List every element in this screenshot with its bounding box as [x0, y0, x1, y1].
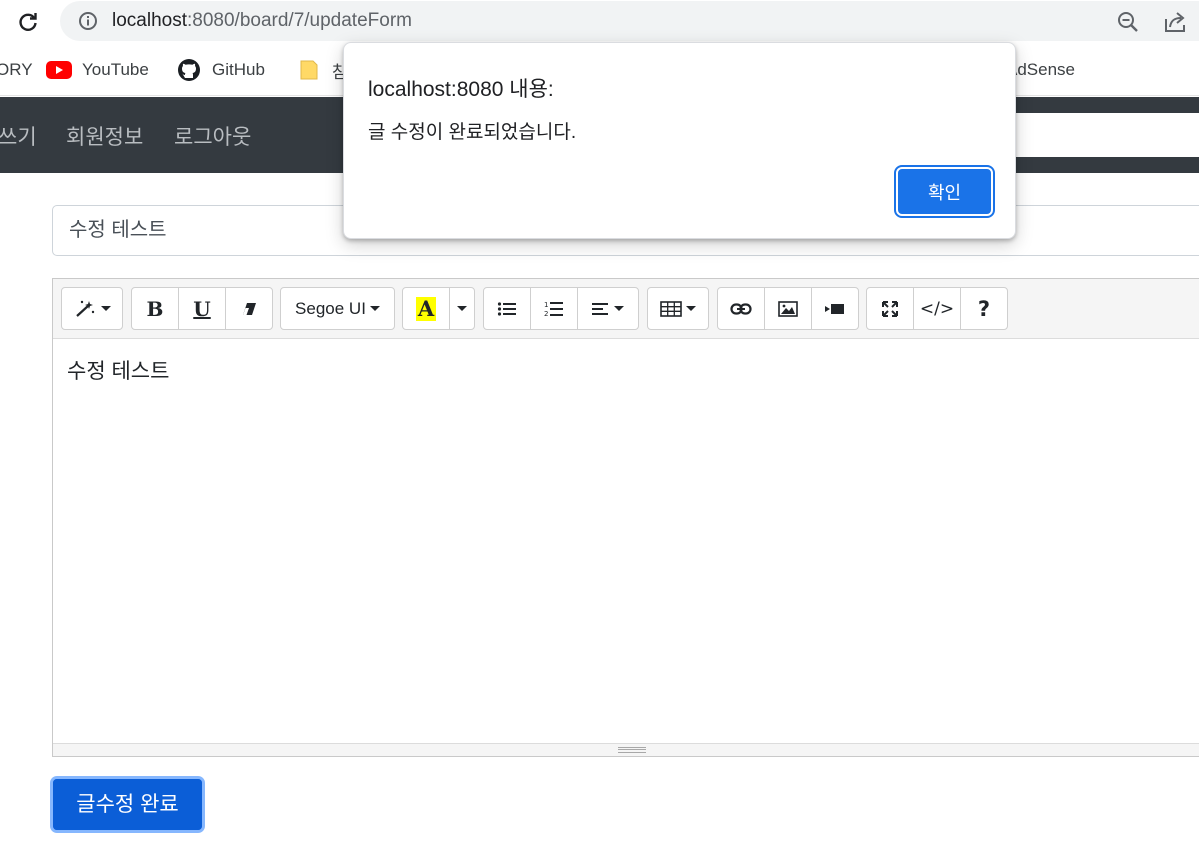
browser-address-row: localhost:8080/board/7/updateForm — [0, 0, 1199, 44]
bookmark-youtube[interactable]: YouTube — [46, 58, 149, 82]
insert-group — [717, 287, 859, 330]
align-icon[interactable] — [577, 287, 639, 330]
dropdown-caret-icon — [457, 306, 467, 311]
editor-resize-bar[interactable] — [53, 743, 1199, 756]
editor-toolbar: B U Segoe UI A 12 </> ? — [53, 279, 1199, 339]
site-info-icon[interactable] — [78, 11, 98, 31]
dropdown-caret-icon — [369, 306, 380, 311]
alert-dialog: localhost:8080 내용: 글 수정이 완료되었습니다. 확인 — [343, 42, 1016, 239]
dropdown-caret-icon — [686, 306, 696, 311]
picture-icon[interactable] — [764, 287, 812, 330]
github-icon — [176, 59, 202, 81]
submit-edit-label: 글수정 완료 — [53, 779, 202, 830]
zoom-icon[interactable] — [1116, 10, 1140, 34]
summernote-editor: B U Segoe UI A 12 </> ? 수정 테스트 — [52, 278, 1199, 757]
bookmark-item[interactable]: ORY — [0, 58, 33, 82]
font-name-group: Segoe UI — [280, 287, 395, 330]
table-group — [647, 287, 709, 330]
nav-logout-link[interactable]: 로그아웃 — [174, 121, 251, 151]
nav-search-input[interactable] — [1010, 113, 1199, 157]
video-icon[interactable] — [811, 287, 859, 330]
url-host: localhost — [112, 10, 187, 31]
editor-content[interactable]: 수정 테스트 — [67, 355, 169, 385]
bookmark-label: GitHub — [212, 60, 265, 79]
dialog-ok-button[interactable]: 확인 — [894, 165, 995, 218]
folder-icon — [296, 60, 322, 80]
bookmark-github[interactable]: GitHub — [176, 58, 265, 82]
share-icon[interactable] — [1162, 9, 1188, 35]
address-bar[interactable]: localhost:8080/board/7/updateForm — [60, 1, 1199, 41]
para-group: 12 — [483, 287, 639, 330]
submit-edit-button[interactable]: 글수정 완료 — [50, 776, 205, 833]
resize-grip-icon[interactable] — [618, 747, 646, 753]
fullscreen-icon[interactable] — [866, 287, 914, 330]
url-text[interactable]: localhost:8080/board/7/updateForm — [112, 10, 412, 32]
bookmark-label: ORY — [0, 60, 33, 79]
dialog-message: 글 수정이 완료되었습니다. — [368, 122, 577, 143]
font-name-dropdown[interactable]: Segoe UI — [280, 287, 395, 330]
underline-button[interactable]: U — [178, 287, 226, 330]
bookmark-label: YouTube — [82, 60, 149, 79]
svg-text:2: 2 — [544, 310, 548, 318]
reload-icon[interactable] — [14, 8, 42, 36]
help-icon[interactable]: ? — [960, 287, 1008, 330]
font-name-label: Segoe UI — [295, 298, 366, 318]
nav-write-link[interactable]: 쓰기 — [0, 121, 37, 151]
ordered-list-icon[interactable]: 12 — [530, 287, 578, 330]
bookmark-label: AdSense — [1006, 60, 1075, 79]
dialog-title: localhost:8080 내용: — [368, 78, 554, 101]
magic-icon[interactable] — [61, 287, 123, 330]
link-icon[interactable] — [717, 287, 765, 330]
dropdown-caret-icon — [614, 306, 624, 311]
bookmark-adsense[interactable]: AdSense — [1006, 58, 1075, 82]
bookmark-folder[interactable]: 참 — [296, 58, 348, 82]
code-view-icon[interactable]: </> — [913, 287, 961, 330]
eraser-icon[interactable] — [225, 287, 273, 330]
url-path: :8080/board/7/updateForm — [187, 10, 412, 31]
table-icon[interactable] — [647, 287, 709, 330]
color-caret-button[interactable] — [449, 287, 475, 330]
color-group: A — [402, 287, 475, 330]
svg-text:1: 1 — [544, 301, 548, 309]
unordered-list-icon[interactable] — [483, 287, 531, 330]
dropdown-caret-icon — [101, 306, 111, 311]
youtube-icon — [46, 60, 72, 80]
highlight-color-icon: A — [415, 295, 437, 321]
bold-button[interactable]: B — [131, 287, 179, 330]
style-group — [61, 287, 123, 330]
font-style-group: B U — [131, 287, 273, 330]
nav-member-info-link[interactable]: 회원정보 — [66, 121, 143, 151]
highlight-color-button[interactable]: A — [402, 287, 450, 330]
view-group: </> ? — [866, 287, 1008, 330]
